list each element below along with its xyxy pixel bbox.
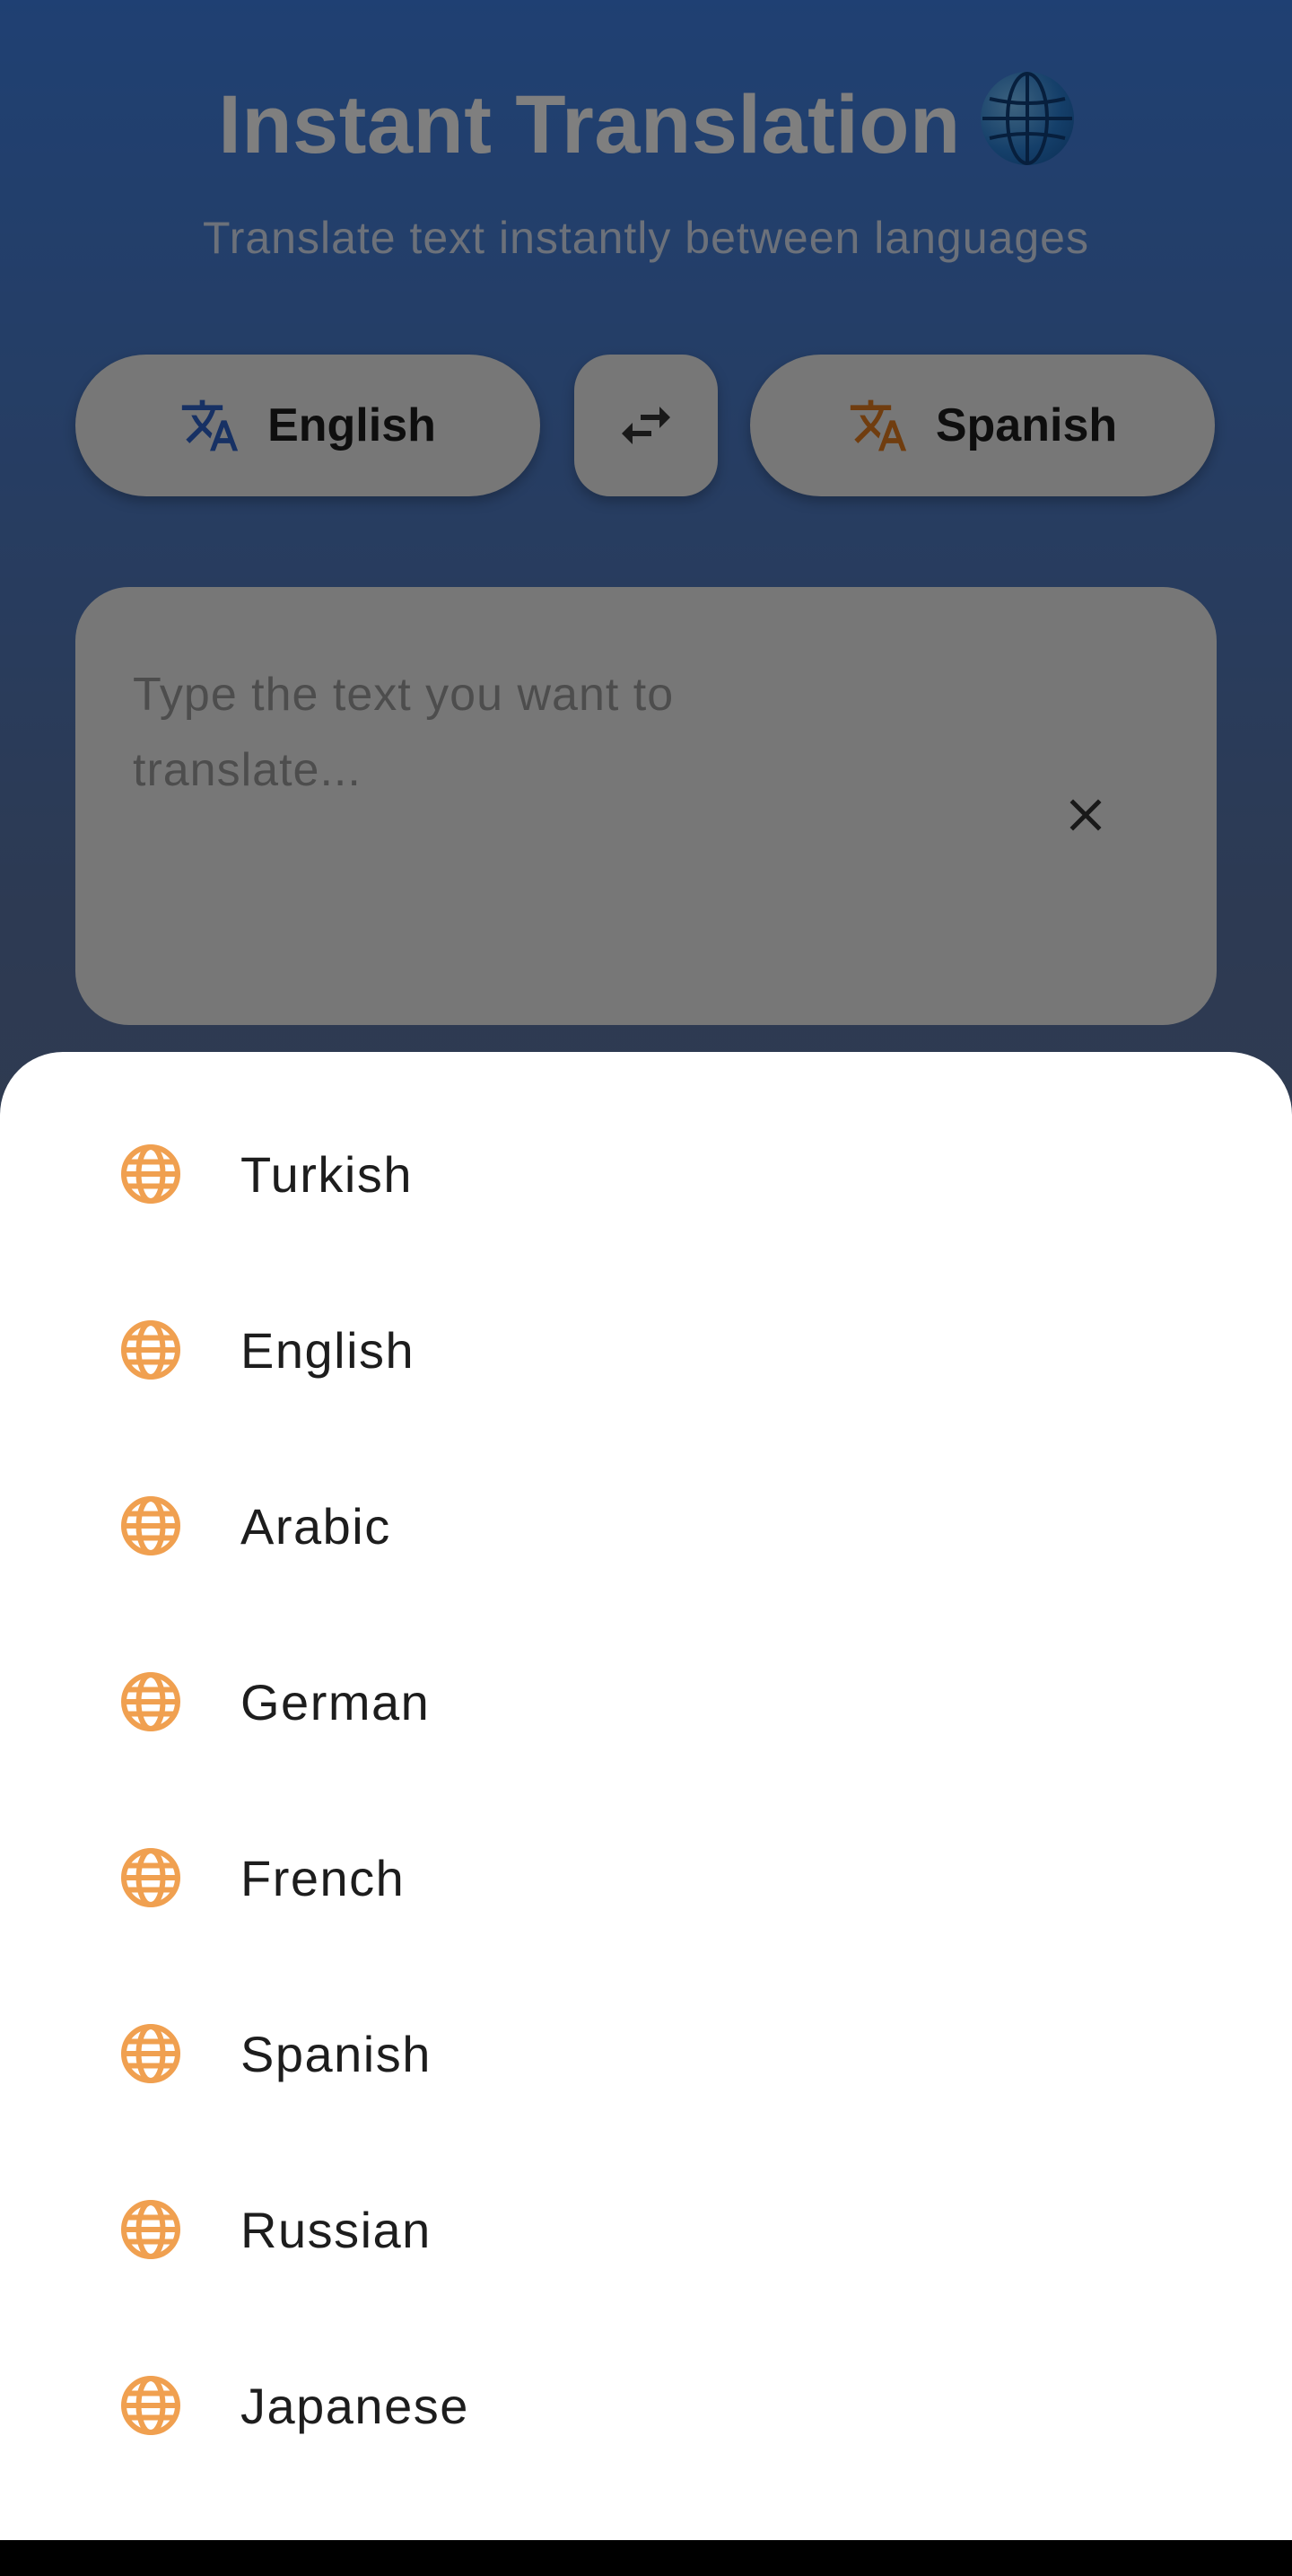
language-option-label: Turkish — [240, 1145, 414, 1203]
language-option-label: Arabic — [240, 1497, 391, 1555]
globe-icon — [121, 1144, 180, 1204]
globe-icon — [121, 1320, 180, 1380]
language-option-russian[interactable]: Russian — [0, 2142, 1292, 2318]
language-option-spanish[interactable]: Spanish — [0, 1966, 1292, 2142]
language-option-label: Russian — [240, 2201, 432, 2258]
globe-icon — [121, 2376, 180, 2435]
language-option-english[interactable]: English — [0, 1262, 1292, 1438]
globe-icon — [121, 1496, 180, 1555]
language-option-label: German — [240, 1673, 431, 1730]
language-option-japanese[interactable]: Japanese — [0, 2318, 1292, 2493]
language-option-arabic[interactable]: Arabic — [0, 1438, 1292, 1614]
globe-icon — [121, 2200, 180, 2259]
language-option-label: Spanish — [240, 2025, 432, 2082]
globe-icon — [121, 1848, 180, 1907]
language-option-label: Japanese — [240, 2377, 469, 2434]
language-option-label: English — [240, 1321, 415, 1379]
screen: Instant Translation Translate text insta… — [0, 0, 1292, 2576]
globe-icon — [121, 1672, 180, 1731]
language-option-german[interactable]: German — [0, 1614, 1292, 1790]
language-option-french[interactable]: French — [0, 1790, 1292, 1966]
system-navigation-bar — [0, 2540, 1292, 2576]
globe-icon — [121, 2024, 180, 2083]
language-option-turkish[interactable]: Turkish — [0, 1086, 1292, 1262]
language-option-label: French — [240, 1849, 406, 1906]
language-picker-sheet: Turkish English Arabic German French Spanish R… — [0, 1052, 1292, 2540]
